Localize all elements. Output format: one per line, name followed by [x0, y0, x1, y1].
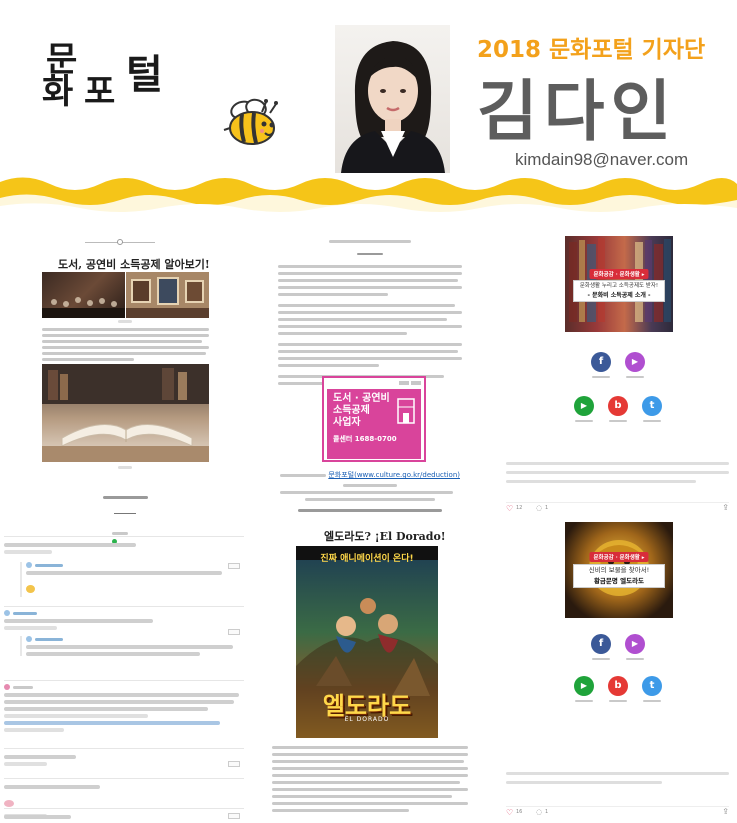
card-badge: 문화공감 · 문화생활 ▸ [589, 552, 649, 562]
card-footer: ♡ 12 ◌ 1 ⇪ [506, 502, 729, 513]
photo-caption-1 [118, 320, 132, 323]
share-label [620, 374, 650, 379]
comment-count: 1 [545, 809, 549, 815]
bee-mascot-icon [223, 98, 278, 145]
movie-article-body [272, 746, 468, 812]
facebook-icon[interactable]: f [591, 352, 611, 372]
avatar [26, 636, 32, 642]
comment-count: 1 [545, 505, 549, 511]
tv-icon[interactable]: ▶ [574, 676, 594, 696]
share-label [569, 418, 599, 423]
comment-item [4, 748, 244, 776]
twitter-icon[interactable]: t [642, 676, 662, 696]
article-panel-deduction: 도서, 공연비 소득공제 알아보기! [0, 222, 250, 823]
eldorado-poster: 진짜 애니메이션이 온다! 엘도라도 EL DORADO [296, 546, 438, 738]
instagram-icon[interactable]: ▶ [625, 352, 645, 372]
article-title: 도서, 공연비 소득공제 알아보기! [58, 258, 210, 271]
reply-button[interactable] [228, 563, 240, 569]
reporter-email: kimdain98@naver.com [515, 150, 689, 169]
logo-char-4: 털 [126, 52, 163, 98]
divider-small [103, 496, 148, 500]
card-caption-line-2: - 문화비 소득공제 소개 - [587, 292, 651, 299]
blog-icon[interactable]: b [608, 676, 628, 696]
comment-item [4, 536, 244, 597]
comment-icon[interactable]: ◌ [536, 808, 542, 816]
comment-item [4, 808, 244, 823]
hashtag-list [506, 772, 729, 784]
card-caption-line-2: 황금문명 엘도라도 [593, 577, 645, 585]
avatar [26, 562, 32, 568]
comment-icon[interactable]: ◌ [536, 504, 542, 512]
article-body-top [278, 240, 462, 385]
profile-banner: 문 화 포 털 2018 문화포털 기자단 김다인 kimdain98@nave… [0, 0, 737, 212]
reporter-name: 김다인 [477, 73, 678, 150]
culture-portal-link[interactable]: 문화포털(www.culture.go.kr/deduction) [328, 470, 460, 480]
card-badge: 문화공감 · 문화생활 ▸ [589, 269, 649, 279]
share-label [603, 418, 633, 423]
comment-item [4, 606, 244, 670]
share-label [586, 374, 616, 379]
gallery-photo [126, 272, 209, 318]
emoticon-icon [26, 585, 35, 593]
book-photo [42, 364, 209, 462]
blog-icon[interactable]: b [608, 396, 628, 416]
sign-phone: 콜센터 1688-0700 [333, 435, 397, 443]
share-icon[interactable]: ⇪ [722, 503, 729, 512]
reply-button[interactable] [228, 813, 240, 819]
card-caption-line-1: 신비의 보물을 찾아서! [588, 566, 650, 574]
yellow-wave-divider [0, 177, 737, 212]
reply-button[interactable] [228, 761, 240, 767]
movie-article-title: 엘도라도? ¡El Dorado! [324, 530, 446, 543]
hashtag-list [506, 462, 729, 483]
facebook-icon[interactable]: f [591, 634, 611, 654]
comment-item [4, 680, 244, 740]
share-label [569, 698, 599, 703]
logo-char-2: 화 [42, 72, 74, 112]
photo-caption-2 [118, 466, 132, 469]
share-icon[interactable]: ⇪ [722, 807, 729, 816]
like-count: 12 [516, 505, 523, 511]
comment-item [4, 778, 244, 818]
instagram-icon[interactable]: ▶ [625, 634, 645, 654]
post-card-deduction[interactable]: 문화공감 · 문화생활 ▸ 문화생활 누리고 소득공제도 받자! - 문화비 소… [498, 222, 737, 518]
logo-char-3: 포 [84, 72, 116, 112]
profile-photo [335, 25, 450, 173]
divider-rule [114, 513, 136, 514]
tv-icon[interactable]: ▶ [574, 396, 594, 416]
article-panel-eldorado: 도서 · 공연비 소득공제 사업자 콜센터 1688-0700 문화포털(www… [258, 222, 482, 823]
post-card-eldorado[interactable]: 문화공감 · 문화생활 ▸ 신비의 보물을 찾아서! 황금문명 엘도라도 f ▶… [498, 518, 737, 823]
heart-icon[interactable]: ♡ [506, 504, 513, 513]
article-body-1 [42, 328, 209, 361]
poster-subtitle: EL DORADO [344, 716, 390, 723]
shop-icon [397, 398, 415, 424]
card-cover-image[interactable]: 문화공감 · 문화생활 ▸ 신비의 보물을 찾아서! 황금문명 엘도라도 [565, 522, 673, 618]
culture-portal-logo: 문 화 포 털 [40, 32, 170, 112]
share-label [637, 418, 667, 423]
heart-icon[interactable]: ♡ [506, 808, 513, 817]
like-counter[interactable] [112, 520, 138, 544]
twitter-icon[interactable]: t [642, 396, 662, 416]
share-label [620, 656, 650, 661]
emoticon-icon [4, 800, 14, 807]
share-label [586, 656, 616, 661]
card-footer: ♡ 16 ◌ 1 ⇪ [506, 806, 729, 817]
link-paragraph: 문화포털(www.culture.go.kr/deduction) [280, 470, 460, 512]
deduction-business-sign: 도서 · 공연비 소득공제 사업자 콜센터 1688-0700 [322, 376, 426, 462]
card-caption-line-1: 문화생활 누리고 소득공제도 받자! [579, 283, 659, 289]
concert-photo [42, 272, 125, 318]
avatar [4, 684, 10, 690]
card-cover-image[interactable]: 문화공감 · 문화생활 ▸ 문화생활 누리고 소득공제도 받자! - 문화비 소… [565, 236, 673, 332]
top-ornament-dot [117, 239, 123, 245]
share-label [603, 698, 633, 703]
reply-button[interactable] [228, 629, 240, 635]
avatar [4, 610, 10, 616]
like-count: 16 [516, 809, 523, 815]
share-label [637, 698, 667, 703]
